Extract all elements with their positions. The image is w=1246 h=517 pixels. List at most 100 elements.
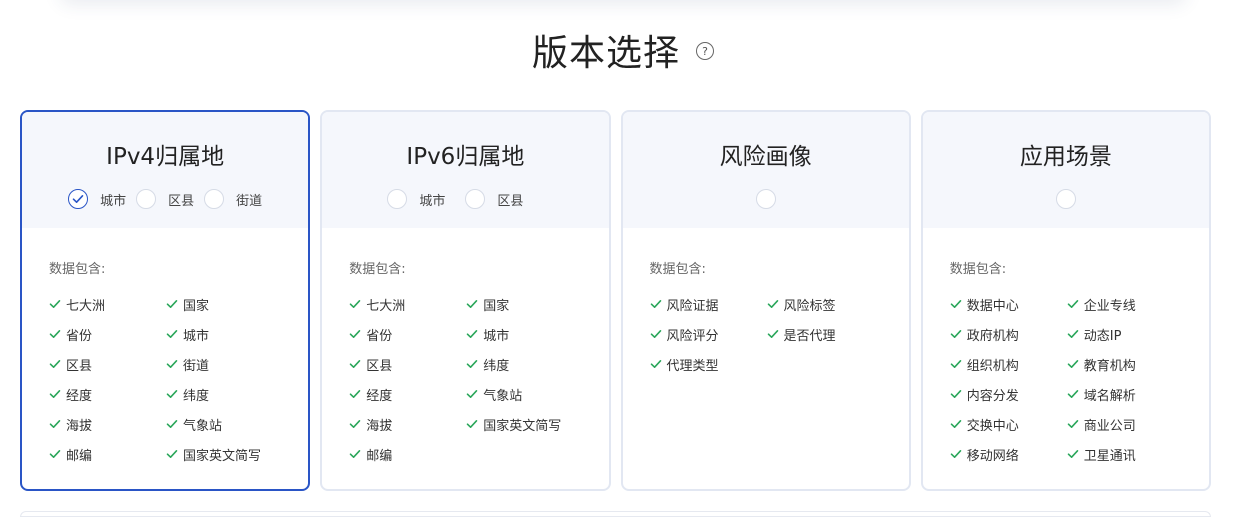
feature-label: 海拔 [66, 418, 93, 434]
card-header: IPv6归属地城市 区县 [322, 112, 609, 228]
feature-label: 内容分发 [966, 388, 1019, 404]
check-icon [466, 390, 478, 398]
feature-label: 海拔 [366, 418, 393, 434]
check-icon [767, 330, 778, 338]
option-2[interactable]: 街道 [204, 189, 262, 209]
feature-label: 国家 [483, 298, 510, 314]
feature-label: 国家 [183, 298, 210, 314]
check-icon [950, 330, 962, 338]
feature-item: 海拔 [349, 409, 466, 439]
radio-unchecked-icon[interactable] [136, 189, 157, 209]
check-icon [166, 300, 178, 308]
card-body: 数据包含: 七大洲 国家 省份 城市 区县 纬度 经度 气象站 海拔 国家英文简写 邮编 [322, 228, 608, 469]
check-icon [49, 360, 61, 368]
radio-unchecked-icon[interactable] [755, 189, 776, 209]
feature-label: 商业公司 [1083, 418, 1136, 434]
check-icon [1067, 390, 1079, 398]
check-icon [349, 300, 361, 308]
check-icon [466, 330, 478, 338]
check-icon [767, 300, 778, 308]
feature-label: 城市 [183, 328, 210, 344]
feature-label: 教育机构 [1083, 358, 1136, 374]
option-select[interactable] [755, 189, 776, 209]
granularity-options: 城市 区县 街道 [68, 188, 262, 210]
feature-item: 邮编 [49, 439, 166, 469]
feature-label: 代理类型 [666, 358, 719, 374]
check-icon [349, 450, 361, 458]
feature-item: 七大洲 [349, 289, 466, 319]
next-section-edge [20, 511, 1211, 517]
radio-unchecked-icon[interactable] [1055, 189, 1076, 209]
feature-item: 域名解析 [1067, 379, 1184, 409]
radio-unchecked-icon[interactable] [387, 189, 408, 209]
includes-label: 数据包含: [349, 262, 406, 277]
check-icon [950, 360, 962, 368]
version-card-risk[interactable]: 风险画像 数据包含: 风险证据 风险标签 风险评分 是否代理 代理类型 [620, 110, 911, 491]
option-0[interactable]: 城市 [68, 189, 126, 209]
check-icon [49, 450, 61, 458]
check-icon [650, 330, 661, 338]
feature-label: 七大洲 [66, 298, 106, 314]
check-icon [1067, 420, 1079, 428]
feature-label: 区县 [366, 358, 393, 374]
granularity-options [755, 188, 776, 210]
feature-label: 动态IP [1083, 328, 1122, 344]
card-title: 风险画像 [719, 144, 812, 170]
card-title: IPv6归属地 [406, 144, 525, 170]
feature-label: 气象站 [183, 418, 223, 434]
check-icon [1067, 450, 1079, 458]
check-icon [950, 450, 962, 458]
feature-item: 国家 [166, 289, 283, 319]
feature-label: 风险评分 [666, 328, 719, 344]
check-icon [1067, 360, 1079, 368]
option-select[interactable] [1055, 189, 1076, 209]
check-icon [650, 360, 661, 368]
check-icon [166, 420, 178, 428]
question-circle-icon[interactable]: ? [696, 42, 714, 60]
feature-list: 七大洲 国家 省份 城市 区县 纬度 经度 气象站 海拔 国家英文简写 邮编 [349, 289, 608, 469]
radio-unchecked-icon[interactable] [465, 189, 486, 209]
version-card-ipv4[interactable]: IPv4归属地 城市 区县 街道 数据包含: 七大洲 国家 省份 城市 区县 街道 经度 纬度 海拔 气象站… [20, 110, 311, 491]
feature-item: 气象站 [166, 409, 283, 439]
feature-item: 气象站 [466, 379, 583, 409]
check-icon [166, 390, 178, 398]
feature-item: 海拔 [49, 409, 166, 439]
feature-item: 区县 [349, 349, 466, 379]
option-1[interactable]: 区县 [465, 189, 523, 209]
check-icon [349, 420, 361, 428]
check-icon [950, 420, 962, 428]
feature-item: 区县 [49, 349, 166, 379]
feature-item: 省份 [49, 319, 166, 349]
feature-label: 数据中心 [966, 298, 1019, 314]
feature-label: 域名解析 [1083, 388, 1136, 404]
feature-item: 动态IP [1067, 319, 1184, 349]
option-0[interactable]: 城市 [387, 189, 445, 209]
feature-label: 企业专线 [1083, 298, 1136, 314]
feature-item: 城市 [166, 319, 283, 349]
version-card-ipv6[interactable]: IPv6归属地 城市 区县 数据包含: 七大洲 国家 省份 城市 区县 纬度 经度 气象站 海拔 国家英文… [320, 110, 611, 491]
feature-label: 交换中心 [966, 418, 1019, 434]
check-icon [349, 330, 361, 338]
feature-item: 政府机构 [950, 319, 1067, 349]
feature-item: 数据中心 [950, 289, 1067, 319]
radio-checked-icon[interactable] [68, 189, 89, 209]
feature-label: 政府机构 [966, 328, 1019, 344]
check-icon [1067, 300, 1079, 308]
feature-item: 风险证据 [650, 289, 767, 319]
feature-item: 城市 [466, 319, 583, 349]
feature-label: 省份 [66, 328, 93, 344]
option-1[interactable]: 区县 [136, 189, 194, 209]
feature-label: 纬度 [183, 388, 210, 404]
feature-item: 风险标签 [767, 289, 884, 319]
radio-unchecked-icon[interactable] [204, 189, 225, 209]
version-card-scene[interactable]: 应用场景 数据包含: 数据中心 企业专线 政府机构 动态IP 组织机构 教育机构 内容分发 域名解… [920, 110, 1211, 491]
feature-list: 风险证据 风险标签 风险评分 是否代理 代理类型 [650, 289, 909, 379]
includes-label: 数据包含: [649, 262, 706, 277]
card-header: 风险画像 [622, 112, 909, 228]
feature-label: 邮编 [66, 448, 93, 464]
feature-label: 气象站 [483, 388, 523, 404]
feature-item: 纬度 [166, 379, 283, 409]
check-icon [166, 360, 178, 368]
feature-list: 数据中心 企业专线 政府机构 动态IP 组织机构 教育机构 内容分发 域名解析 交换中心 商业公司… [950, 289, 1209, 469]
card-title: 应用场景 [1019, 144, 1112, 170]
